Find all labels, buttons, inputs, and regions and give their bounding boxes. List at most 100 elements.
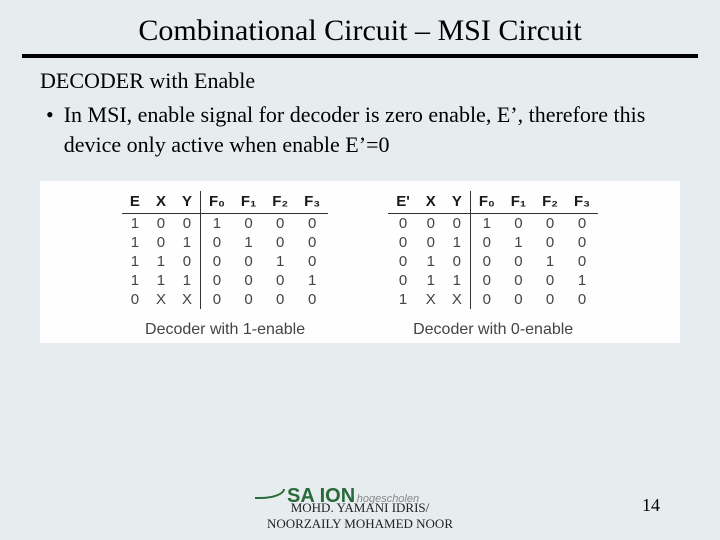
page-number: 14 (642, 495, 660, 516)
cell: 0 (534, 271, 566, 290)
cell: 0 (200, 290, 232, 309)
col-header: X (418, 191, 444, 214)
cell: 1 (296, 271, 328, 290)
cell: 0 (470, 290, 502, 309)
cell: 1 (534, 252, 566, 271)
cell: 0 (233, 271, 264, 290)
cell: 1 (503, 233, 534, 252)
cell: 0 (566, 252, 598, 271)
cell: 0 (534, 214, 566, 234)
col-header: F₃ (296, 191, 328, 214)
cell: 1 (122, 233, 148, 252)
table-row: 0XX0000 (122, 290, 328, 309)
cell: 1 (388, 290, 418, 309)
cell: 0 (233, 214, 264, 234)
cell: 0 (264, 290, 296, 309)
cell: 0 (418, 233, 444, 252)
cell: 0 (470, 233, 502, 252)
col-header: F₃ (566, 191, 598, 214)
cell: 0 (566, 214, 598, 234)
cell: 0 (148, 214, 174, 234)
cell: 0 (233, 252, 264, 271)
author-line-1: MOHD. YAMANI IDRIS/ (230, 500, 490, 516)
table-caption: Decoder with 1-enable (122, 321, 328, 339)
author-line-2: NOORZAILY MOHAMED NOOR (230, 516, 490, 532)
table-row: 1100010 (122, 252, 328, 271)
col-header: F₂ (264, 191, 296, 214)
cell: X (444, 290, 471, 309)
cell: 1 (444, 233, 471, 252)
col-header: X (148, 191, 174, 214)
table-row: 0110001 (388, 271, 598, 290)
bullet-text: In MSI, enable signal for decoder is zer… (64, 100, 680, 159)
col-header: F₀ (470, 191, 502, 214)
cell: 0 (200, 252, 232, 271)
bullet-item: • In MSI, enable signal for decoder is z… (40, 100, 680, 159)
cell: 0 (296, 233, 328, 252)
cell: 0 (534, 290, 566, 309)
table-row: 0100010 (388, 252, 598, 271)
cell: 0 (503, 214, 534, 234)
page-title: Combinational Circuit – MSI Circuit (22, 0, 698, 58)
table-row: 0010100 (388, 233, 598, 252)
cell: 1 (200, 214, 232, 234)
bullet-marker: • (40, 100, 64, 159)
cell: 0 (200, 233, 232, 252)
col-header: E (122, 191, 148, 214)
cell: 1 (174, 271, 201, 290)
cell: 0 (296, 290, 328, 309)
cell: 0 (174, 214, 201, 234)
cell: 0 (388, 233, 418, 252)
cell: 0 (122, 290, 148, 309)
cell: 1 (122, 271, 148, 290)
cell: 0 (503, 252, 534, 271)
cell: 0 (566, 233, 598, 252)
cell: 1 (418, 271, 444, 290)
cell: 0 (503, 271, 534, 290)
cell: 0 (200, 271, 232, 290)
cell: 1 (264, 252, 296, 271)
table-row: 1XX0000 (388, 290, 598, 309)
cell: 1 (233, 233, 264, 252)
cell: X (418, 290, 444, 309)
table-row: 1010100 (122, 233, 328, 252)
cell: 0 (174, 252, 201, 271)
cell: 1 (174, 233, 201, 252)
cell: 1 (444, 271, 471, 290)
col-header: Y (444, 191, 471, 214)
cell: 1 (148, 252, 174, 271)
cell: 0 (418, 214, 444, 234)
cell: 0 (388, 214, 418, 234)
cell: X (174, 290, 201, 309)
cell: 0 (148, 233, 174, 252)
table-row: 0001000 (388, 214, 598, 234)
cell: 0 (470, 252, 502, 271)
cell: 1 (566, 271, 598, 290)
cell: 0 (534, 233, 566, 252)
col-header: F₁ (233, 191, 264, 214)
cell: 0 (444, 252, 471, 271)
cell: 0 (444, 214, 471, 234)
table-row: 1001000 (122, 214, 328, 234)
cell: 0 (470, 271, 502, 290)
author-footer: MOHD. YAMANI IDRIS/ NOORZAILY MOHAMED NO… (230, 500, 490, 533)
table-row: 1110001 (122, 271, 328, 290)
cell: 1 (148, 271, 174, 290)
truth-table: E'XYF₀F₁F₂F₃0001000001010001000100110001… (388, 191, 598, 339)
cell: 1 (418, 252, 444, 271)
cell: 0 (296, 252, 328, 271)
section-subhead: DECODER with Enable (40, 68, 680, 94)
truth-table: EXYF₀F₁F₂F₃10010001010100110001011100010… (122, 191, 328, 339)
cell: 0 (388, 271, 418, 290)
logo-swoosh-icon (255, 489, 285, 499)
cell: 0 (233, 290, 264, 309)
cell: 0 (296, 214, 328, 234)
col-header: Y (174, 191, 201, 214)
cell: 0 (264, 271, 296, 290)
cell: 1 (470, 214, 502, 234)
cell: 0 (566, 290, 598, 309)
cell: 0 (388, 252, 418, 271)
table-caption: Decoder with 0-enable (388, 321, 598, 339)
cell: 1 (122, 252, 148, 271)
content-area: DECODER with Enable • In MSI, enable sig… (0, 68, 720, 343)
